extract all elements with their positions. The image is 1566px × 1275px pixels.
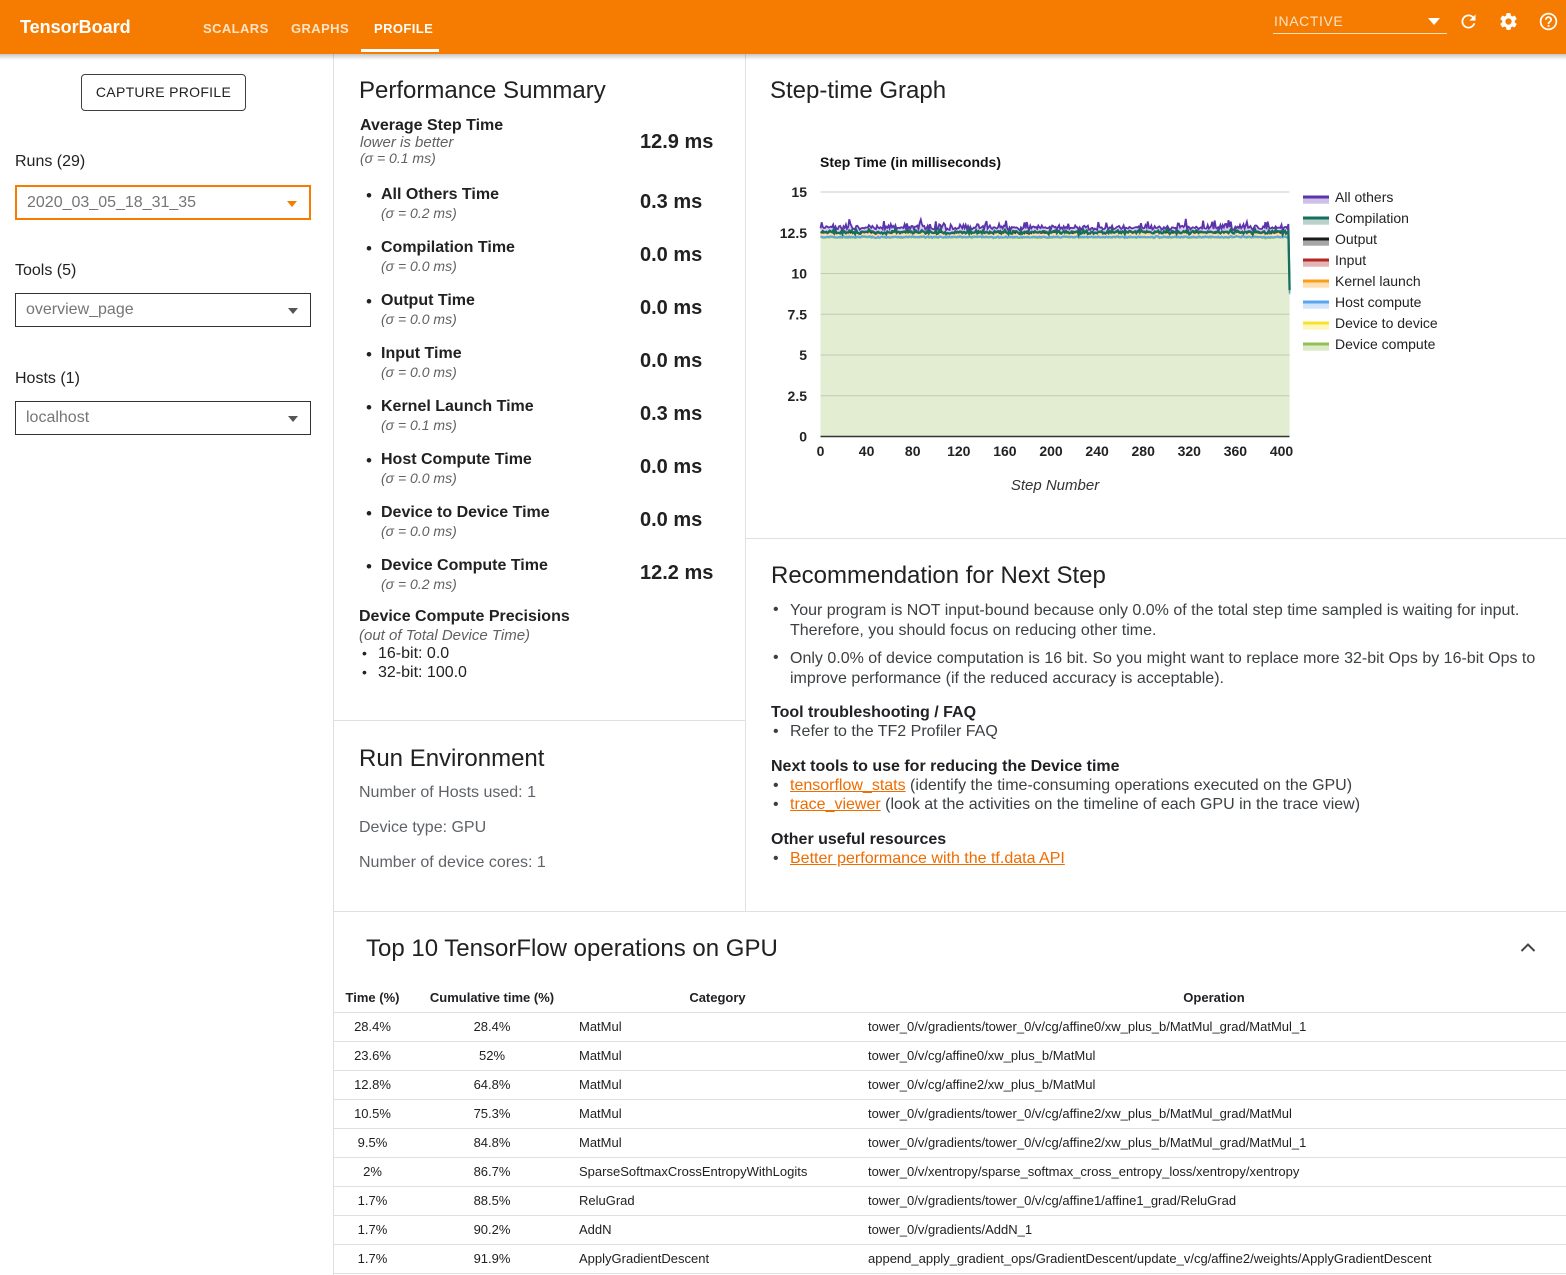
svg-text:7.5: 7.5 <box>788 306 808 322</box>
svg-text:320: 320 <box>1178 443 1202 459</box>
svg-text:Device to device: Device to device <box>1335 315 1438 331</box>
svg-text:10: 10 <box>791 266 807 282</box>
svg-text:All others: All others <box>1335 189 1393 205</box>
svg-text:Step Number: Step Number <box>1011 477 1100 494</box>
svg-text:0: 0 <box>799 429 807 445</box>
svg-text:280: 280 <box>1132 443 1156 459</box>
svg-text:Input: Input <box>1335 252 1366 268</box>
svg-text:200: 200 <box>1039 443 1063 459</box>
svg-text:Device compute: Device compute <box>1335 336 1436 352</box>
svg-text:Step Time (in milliseconds): Step Time (in milliseconds) <box>820 154 1001 170</box>
svg-text:40: 40 <box>859 443 875 459</box>
svg-text:80: 80 <box>905 443 921 459</box>
svg-text:2.5: 2.5 <box>788 388 808 404</box>
svg-text:400: 400 <box>1270 443 1294 459</box>
svg-text:240: 240 <box>1085 443 1109 459</box>
svg-text:15: 15 <box>791 184 807 200</box>
svg-text:160: 160 <box>993 443 1017 459</box>
svg-text:120: 120 <box>947 443 971 459</box>
svg-text:0: 0 <box>817 443 825 459</box>
svg-text:360: 360 <box>1224 443 1248 459</box>
svg-text:5: 5 <box>799 347 807 363</box>
svg-text:12.5: 12.5 <box>780 225 807 241</box>
svg-text:Compilation: Compilation <box>1335 210 1409 226</box>
svg-text:Host compute: Host compute <box>1335 294 1422 310</box>
svg-text:Output: Output <box>1335 231 1377 247</box>
svg-text:Kernel launch: Kernel launch <box>1335 273 1421 289</box>
